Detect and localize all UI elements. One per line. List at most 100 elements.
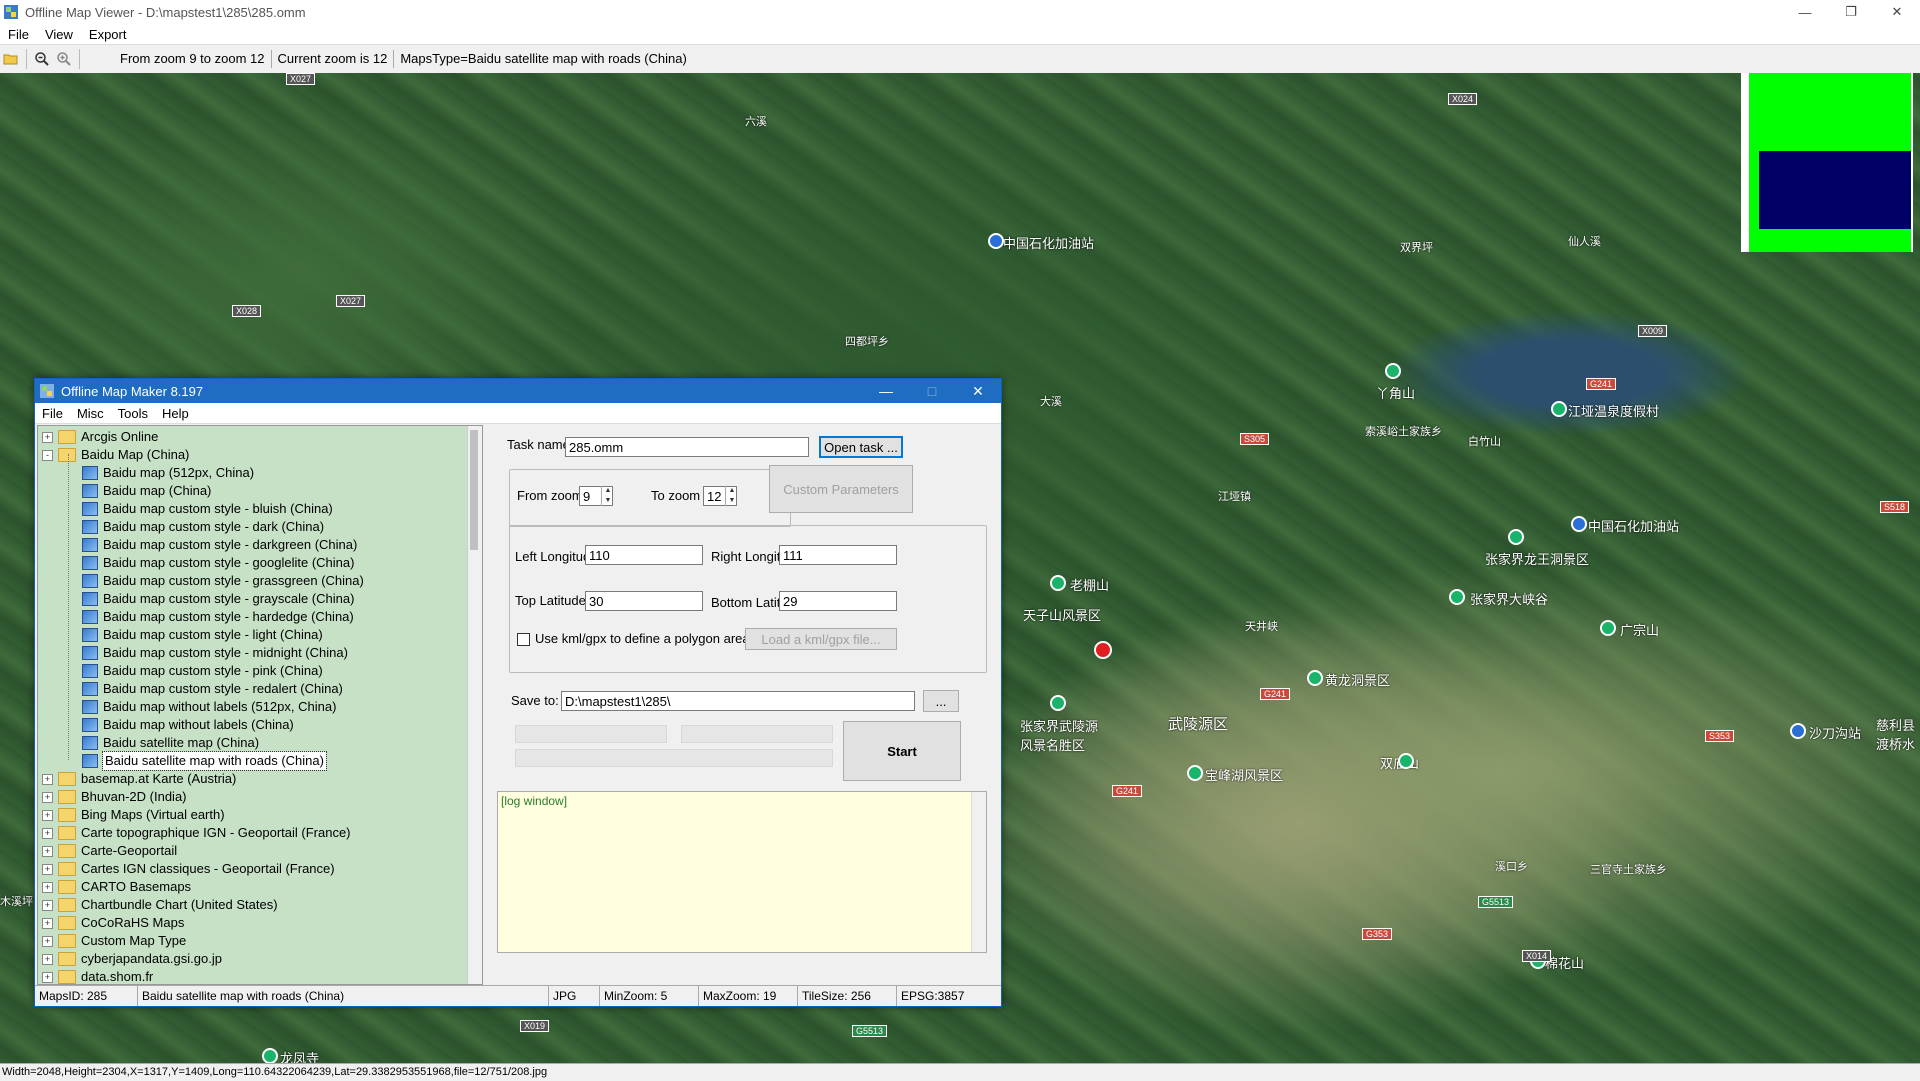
tree-scrollbar-thumb[interactable] [470,430,478,550]
folder-icon [58,916,76,930]
tree-item[interactable]: Baidu map custom style - dark (China) [82,518,324,536]
expand-icon[interactable]: + [42,899,53,911]
tree-item[interactable]: Baidu map custom style - midnight (China… [82,644,348,662]
zoom-out-button[interactable] [31,48,53,70]
tree-item-label: Baidu map (China) [103,483,212,498]
expand-icon[interactable]: + [42,953,53,965]
dialog-minimize-button[interactable]: — [863,379,909,403]
expand-icon[interactable]: + [42,791,53,803]
dialog-menu-file[interactable]: File [35,406,70,421]
browse-button[interactable]: ... [923,690,959,712]
tree-item-label: data.shom.fr [81,969,154,984]
map-overview[interactable] [1741,73,1913,252]
menu-export[interactable]: Export [81,27,135,42]
open-folder-button[interactable] [0,48,22,70]
road-shield: X009 [1638,325,1668,337]
expand-icon[interactable]: + [42,863,53,875]
tree-item[interactable]: Baidu satellite map with roads (China) [82,751,327,771]
zoom-in-icon [57,52,71,66]
location-marker-icon[interactable] [1094,641,1112,659]
main-toolbar: From zoom 9 to zoom 12 Current zoom is 1… [0,44,1920,74]
tree-item[interactable]: Baidu map custom style - light (China) [82,626,323,644]
tree-item[interactable]: + Bing Maps (Virtual earth) [42,806,225,824]
dialog-maximize-button[interactable]: □ [909,379,955,403]
menu-view[interactable]: View [37,27,81,42]
expand-icon[interactable]: + [42,881,53,893]
map-type-tree[interactable]: + Arcgis Online - Baidu Map (China) Baidu ma… [37,425,483,985]
save-to-input[interactable]: D:\mapstest1\285\ [561,691,915,711]
left-longitude-input[interactable]: 110 [585,545,703,565]
tree-item-label: Baidu map custom style - grayscale (Chin… [103,591,355,606]
dialog-menu-misc[interactable]: Misc [70,406,111,421]
expand-icon[interactable]: + [42,917,53,929]
use-kml-checkbox[interactable] [517,633,530,646]
zoom-range-field: From zoom 9 to zoom 12 [114,50,272,68]
menu-file[interactable]: File [0,27,37,42]
tree-item-label: Baidu map custom style - light (China) [103,627,323,642]
tree-item[interactable]: Baidu map custom style - darkgreen (Chin… [82,536,357,554]
tree-item[interactable]: Baidu map custom style - googlelite (Chi… [82,554,354,572]
expand-icon[interactable]: + [42,971,53,983]
open-task-button[interactable]: Open task ... [819,436,903,458]
expand-icon[interactable]: + [42,827,53,839]
tree-item[interactable]: + Arcgis Online [42,428,158,446]
from-zoom-spinner[interactable]: ▲ ▼ [601,486,614,506]
dialog-menu-help[interactable]: Help [155,406,196,421]
map-label: 白竹山 [1468,436,1501,448]
tree-item[interactable]: Baidu map without labels (512px, China) [82,698,336,716]
tree-item[interactable]: Baidu map (512px, China) [82,464,254,482]
tree-item[interactable]: Baidu map custom style - hardedge (China… [82,608,354,626]
right-longitude-input[interactable]: 111 [779,545,897,565]
dialog-menu-tools[interactable]: Tools [111,406,155,421]
tree-item[interactable]: + Bhuvan-2D (India) [42,788,187,806]
tree-item[interactable]: + Carte-Geoportail [42,842,177,860]
tree-item[interactable]: Baidu map without labels (China) [82,716,294,734]
tree-item[interactable]: + Chartbundle Chart (United States) [42,896,278,914]
collapse-icon[interactable]: - [42,449,53,461]
expand-icon[interactable]: + [42,845,53,857]
to-zoom-spinner[interactable]: ▲ ▼ [725,486,738,506]
map-label: 老棚山 [1070,578,1110,593]
tree-item[interactable]: - Baidu Map (China) [42,446,189,464]
tree-item[interactable]: + Custom Map Type [42,932,186,950]
expand-icon[interactable]: + [42,431,53,443]
bottom-latitude-input[interactable]: 29 [779,591,897,611]
tree-item[interactable]: + basemap.at Karte (Austria) [42,770,236,788]
dialog-close-button[interactable]: ✕ [955,379,1001,403]
overview-viewport[interactable] [1759,151,1911,229]
tree-item[interactable]: + Cartes IGN classiques - Geoportail (Fra… [42,860,335,878]
tree-item[interactable]: Baidu map custom style - grassgreen (Chi… [82,572,364,590]
tree-item[interactable]: + CoCoRaHS Maps [42,914,184,932]
tree-item-label: Baidu map custom style - darkgreen (Chin… [103,537,358,552]
tree-item[interactable]: Baidu map (China) [82,482,211,500]
minimize-button[interactable]: — [1782,0,1828,24]
tree-item[interactable]: Baidu map custom style - pink (China) [82,662,323,680]
tree-item[interactable]: Baidu map custom style - grayscale (Chin… [82,590,354,608]
log-scrollbar[interactable] [971,792,986,952]
folder-icon [58,862,76,876]
top-latitude-input[interactable]: 30 [585,591,703,611]
tree-item[interactable]: + data.shom.fr [42,968,154,984]
custom-parameters-button[interactable]: Custom Parameters [769,465,913,513]
task-name-input[interactable]: 285.omm [565,437,809,457]
tree-scrollbar[interactable] [467,426,482,984]
tree-item[interactable]: Baidu map custom style - bluish (China) [82,500,333,518]
expand-icon[interactable]: + [42,809,53,821]
log-window[interactable]: [log window] [497,791,987,953]
tree-item-label: Baidu map custom style - hardedge (China… [103,609,354,624]
tree-item[interactable]: + CARTO Basemaps [42,878,191,896]
restore-button[interactable]: ❐ [1828,0,1874,24]
start-button[interactable]: Start [843,721,961,781]
poi-pin-icon [1551,401,1567,417]
tree-item-label: Baidu Map (China) [81,447,190,462]
zoom-in-button[interactable] [53,48,75,70]
tree-item[interactable]: + cyberjapandata.gsi.go.jp [42,950,222,968]
expand-icon[interactable]: + [42,935,53,947]
tree-item[interactable]: Baidu satellite map (China) [82,734,259,752]
load-kml-button[interactable]: Load a kml/gpx file... [745,628,897,650]
tree-item[interactable]: + Carte topographique IGN - Geoportail (F… [42,824,351,842]
tree-item[interactable]: Baidu map custom style - redalert (China… [82,680,343,698]
close-button[interactable]: ✕ [1874,0,1920,24]
tree-item-label: Baidu map custom style - grassgreen (Chi… [103,573,364,588]
expand-icon[interactable]: + [42,773,53,785]
